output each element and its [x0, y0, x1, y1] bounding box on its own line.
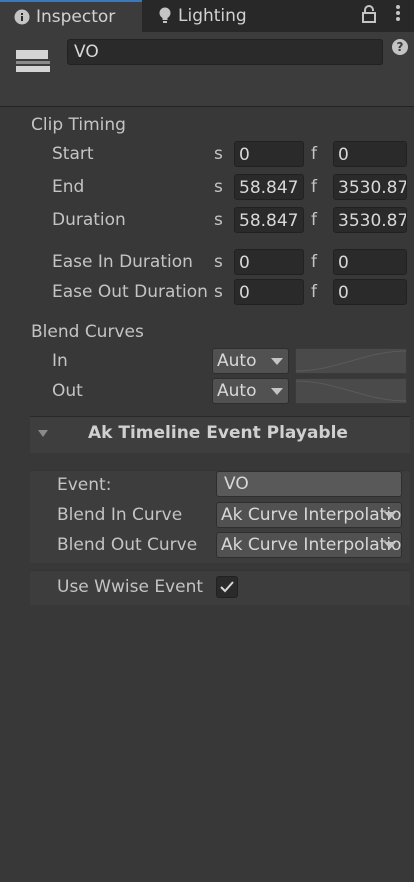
end-sec-unit: s: [214, 177, 223, 197]
blend-out-curve-label: Blend Out Curve: [57, 535, 198, 555]
help-icon[interactable]: ?: [392, 39, 408, 55]
foldout-arrow-icon[interactable]: [38, 430, 48, 437]
tab-lighting[interactable]: Lighting: [144, 0, 294, 32]
blend-out-mode-value: Auto: [217, 381, 257, 401]
duration-frames-input[interactable]: 3530.87: [333, 207, 407, 233]
chevron-down-icon: [271, 358, 283, 365]
object-name-field[interactable]: VO: [67, 39, 383, 65]
tab-inspector[interactable]: Inspector: [0, 0, 142, 32]
lightbulb-icon: [158, 7, 172, 25]
info-icon: [14, 9, 30, 25]
blend-in-mode-value: Auto: [217, 351, 257, 371]
tab-bar: Inspector Lighting: [0, 0, 414, 32]
ease-out-frames-input[interactable]: 0: [333, 279, 407, 305]
blend-curves-title: Blend Curves: [31, 322, 144, 342]
curve-graph-icon: [295, 380, 407, 402]
chevron-down-icon: [384, 512, 396, 519]
end-label: End: [52, 177, 85, 197]
start-label: Start: [52, 144, 94, 164]
ease-in-frames-input[interactable]: 0: [333, 249, 407, 275]
start-seconds-input[interactable]: 0: [234, 141, 304, 167]
ease-in-seconds-input[interactable]: 0: [234, 249, 304, 275]
inspector-header: VO ?: [0, 32, 414, 107]
tab-inspector-label: Inspector: [36, 7, 116, 27]
duration-seconds-input[interactable]: 58.847: [234, 207, 304, 233]
blend-out-curve-preview[interactable]: [295, 378, 407, 404]
ease-in-frame-unit: f: [311, 252, 317, 272]
event-label: Event:: [57, 475, 112, 495]
blend-in-curve-value: Ak Curve Interpolation: [221, 505, 402, 525]
blend-in-label: In: [52, 351, 68, 371]
end-seconds-input[interactable]: 58.847: [234, 174, 304, 200]
start-frames-input[interactable]: 0: [333, 141, 407, 167]
blend-in-curve-preview[interactable]: [295, 348, 407, 374]
lock-icon[interactable]: [362, 5, 376, 27]
duration-frame-unit: f: [311, 210, 317, 230]
ease-out-label: Ease Out Duration: [52, 282, 208, 302]
blend-out-mode-dropdown[interactable]: Auto: [212, 378, 289, 404]
more-vertical-icon[interactable]: [396, 4, 400, 27]
tab-lighting-label: Lighting: [178, 6, 247, 26]
ease-out-frame-unit: f: [311, 282, 317, 302]
ease-out-seconds-input[interactable]: 0: [234, 279, 304, 305]
end-frames-input[interactable]: 3530.87: [333, 174, 407, 200]
duration-sec-unit: s: [214, 210, 223, 230]
chevron-down-icon: [384, 542, 396, 549]
end-frame-unit: f: [311, 177, 317, 197]
use-wwise-event-checkbox[interactable]: [216, 576, 238, 598]
curve-graph-icon: [295, 350, 407, 372]
component-title: Ak Timeline Event Playable: [88, 423, 348, 443]
use-wwise-event-label: Use Wwise Event: [57, 577, 204, 597]
blend-out-label: Out: [52, 381, 83, 401]
blend-in-mode-dropdown[interactable]: Auto: [212, 348, 289, 374]
component-header[interactable]: Ak Timeline Event Playable: [30, 416, 410, 453]
ease-in-label: Ease In Duration: [52, 252, 193, 272]
chevron-down-icon: [271, 388, 283, 395]
duration-label: Duration: [52, 210, 126, 230]
blend-in-curve-dropdown[interactable]: Ak Curve Interpolation: [216, 502, 402, 528]
checkmark-icon: [220, 581, 234, 593]
ease-in-sec-unit: s: [214, 252, 223, 272]
blend-out-curve-dropdown[interactable]: Ak Curve Interpolation: [216, 532, 402, 558]
clip-timing-title: Clip Timing: [31, 115, 126, 135]
blend-in-curve-label: Blend In Curve: [57, 505, 183, 525]
ease-out-sec-unit: s: [214, 282, 223, 302]
event-picker[interactable]: VO: [216, 471, 402, 497]
blend-out-curve-value: Ak Curve Interpolation: [221, 535, 402, 555]
start-sec-unit: s: [214, 144, 223, 164]
start-frame-unit: f: [311, 144, 317, 164]
timeline-clip-icon: [14, 46, 52, 76]
